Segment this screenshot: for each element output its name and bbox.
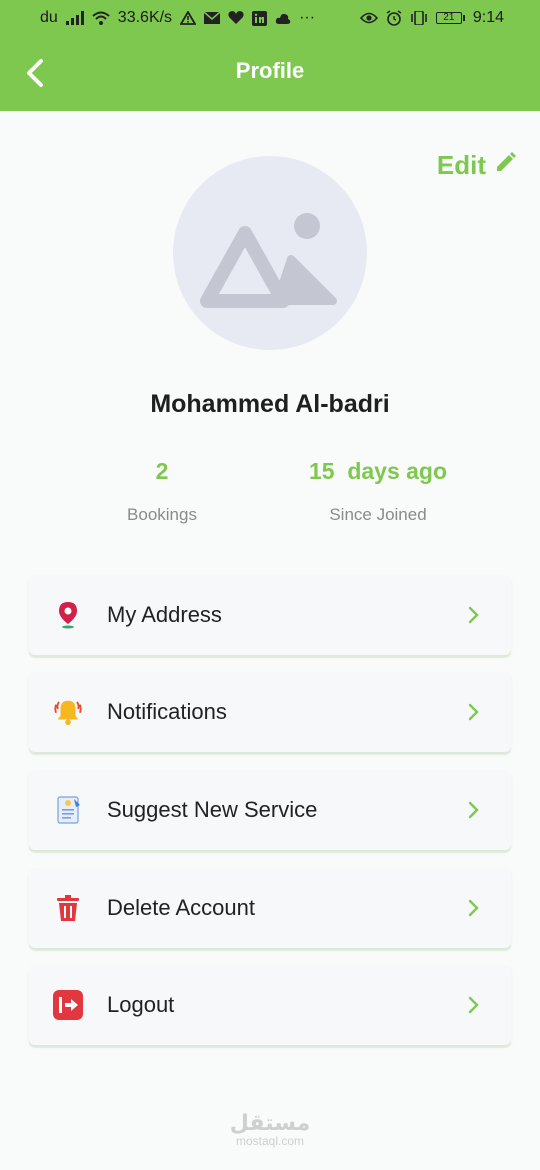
health-icon <box>228 11 244 25</box>
status-bar: du 33.6K/s ··· 21 9:14 <box>0 0 540 36</box>
image-placeholder-icon <box>200 213 337 308</box>
page-title: Profile <box>235 58 305 83</box>
edit-profile-button[interactable]: Edit <box>437 150 516 181</box>
chevron-right-icon <box>465 899 483 917</box>
menu-item-label: Suggest New Service <box>107 797 318 822</box>
status-right: 21 9:14 <box>359 9 504 27</box>
logout-icon <box>53 990 83 1020</box>
location-pin-icon <box>53 600 83 630</box>
avatar[interactable] <box>173 156 367 350</box>
watermark-arabic: مستقل <box>229 1110 311 1135</box>
menu-item-logout[interactable]: Logout <box>29 965 511 1045</box>
bell-icon <box>53 697 83 727</box>
edit-label: Edit <box>436 150 486 180</box>
warning-icon <box>180 11 197 25</box>
stat-label: Since Joined <box>329 505 427 524</box>
battery-icon: 21 <box>435 12 465 24</box>
mail-icon <box>204 12 221 24</box>
carrier-label: du <box>40 9 58 26</box>
chevron-right-icon <box>465 996 483 1014</box>
more-notifications: ··· <box>299 9 316 26</box>
battery-level: 21 <box>435 12 462 24</box>
wifi-icon <box>92 11 110 25</box>
menu-item-label: My Address <box>107 602 222 627</box>
clock: 9:14 <box>472 9 504 26</box>
pencil-icon <box>494 150 516 181</box>
chevron-right-icon <box>465 703 483 721</box>
menu-item-label: Delete Account <box>107 895 255 920</box>
cloud-icon <box>275 13 291 24</box>
eye-icon <box>359 12 378 24</box>
alarm-icon <box>386 10 402 26</box>
trash-icon <box>53 893 83 923</box>
chevron-right-icon <box>465 801 483 819</box>
menu-item-my-address[interactable]: My Address <box>29 575 511 655</box>
menu-item-notifications[interactable]: Notifications <box>29 672 511 752</box>
menu-item-delete-account[interactable]: Delete Account <box>29 868 511 948</box>
chevron-right-icon <box>465 606 483 624</box>
vibrate-icon <box>410 11 428 25</box>
user-name: Mohammed Al-badri <box>150 390 390 418</box>
menu-item-suggest-new-service[interactable]: Suggest New Service <box>29 770 511 850</box>
watermark-latin: mostaql.com <box>235 1134 305 1148</box>
stat-value: 15 days ago <box>308 458 448 484</box>
app-bar: Profile <box>0 36 540 111</box>
watermark-logo: مستقل mostaql.com <box>0 1110 540 1149</box>
signal-icon <box>65 11 84 25</box>
status-left: du 33.6K/s ··· <box>40 9 315 27</box>
menu-item-label: Notifications <box>107 699 227 724</box>
linkedin-icon <box>252 10 268 26</box>
network-speed: 33.6K/s <box>117 9 173 26</box>
stat-since-joined: 15 days ago Since Joined <box>248 458 508 525</box>
document-icon <box>53 795 83 825</box>
menu-item-label: Logout <box>107 992 175 1017</box>
